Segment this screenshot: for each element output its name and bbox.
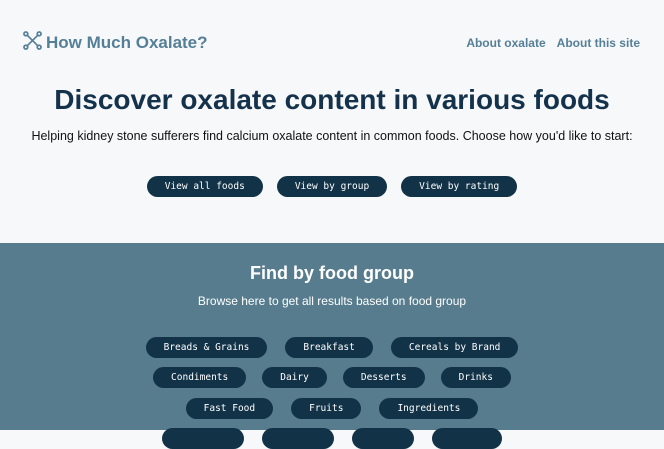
- group-desserts-button[interactable]: Desserts: [342, 367, 425, 388]
- food-group-row-partial: [0, 428, 664, 449]
- nav-link-about-site[interactable]: About this site: [557, 36, 640, 50]
- view-all-foods-button[interactable]: View all foods: [146, 176, 263, 197]
- brand-logo-link[interactable]: How Much Oxalate?: [23, 31, 208, 55]
- brand-name: How Much Oxalate?: [46, 33, 208, 52]
- hero-subtitle: Helping kidney stone sufferers find calc…: [31, 129, 633, 143]
- group-button-cut-off[interactable]: [162, 428, 244, 449]
- group-button-cut-off[interactable]: [432, 428, 502, 449]
- group-button-cut-off[interactable]: [262, 428, 334, 449]
- group-button-cut-off[interactable]: [352, 428, 414, 449]
- food-group-subtitle: Browse here to get all results based on …: [197, 294, 467, 308]
- group-breakfast-button[interactable]: Breakfast: [285, 337, 373, 358]
- nav-links: About oxalate About this site: [466, 36, 640, 50]
- top-nav: How Much Oxalate? About oxalate About th…: [0, 0, 664, 86]
- group-fruits-button[interactable]: Fruits: [291, 398, 362, 419]
- group-cereals-button[interactable]: Cereals by Brand: [390, 337, 519, 358]
- food-group-title: Find by food group: [250, 263, 414, 283]
- molecule-icon: [23, 31, 42, 55]
- view-by-rating-button[interactable]: View by rating: [401, 176, 518, 197]
- view-by-group-button[interactable]: View by group: [276, 176, 388, 197]
- food-group-row: Breads & Grains Breakfast Cereals by Bra…: [0, 337, 664, 358]
- hero-button-group: View all foods View by group View by rat…: [0, 176, 664, 197]
- group-fast-food-button[interactable]: Fast Food: [185, 398, 274, 419]
- group-dairy-button[interactable]: Dairy: [262, 367, 327, 388]
- food-group-row: Fast Food Fruits Ingredients: [0, 398, 664, 419]
- group-breads-grains-button[interactable]: Breads & Grains: [145, 337, 268, 358]
- group-ingredients-button[interactable]: Ingredients: [379, 398, 479, 419]
- hero-title: Discover oxalate content in various food…: [54, 84, 610, 115]
- food-group-section: Find by food group Browse here to get al…: [0, 243, 664, 449]
- food-group-row: Condiments Dairy Desserts Drinks: [0, 367, 664, 388]
- group-condiments-button[interactable]: Condiments: [153, 367, 247, 388]
- group-drinks-button[interactable]: Drinks: [440, 367, 511, 388]
- nav-link-about-oxalate[interactable]: About oxalate: [466, 36, 545, 50]
